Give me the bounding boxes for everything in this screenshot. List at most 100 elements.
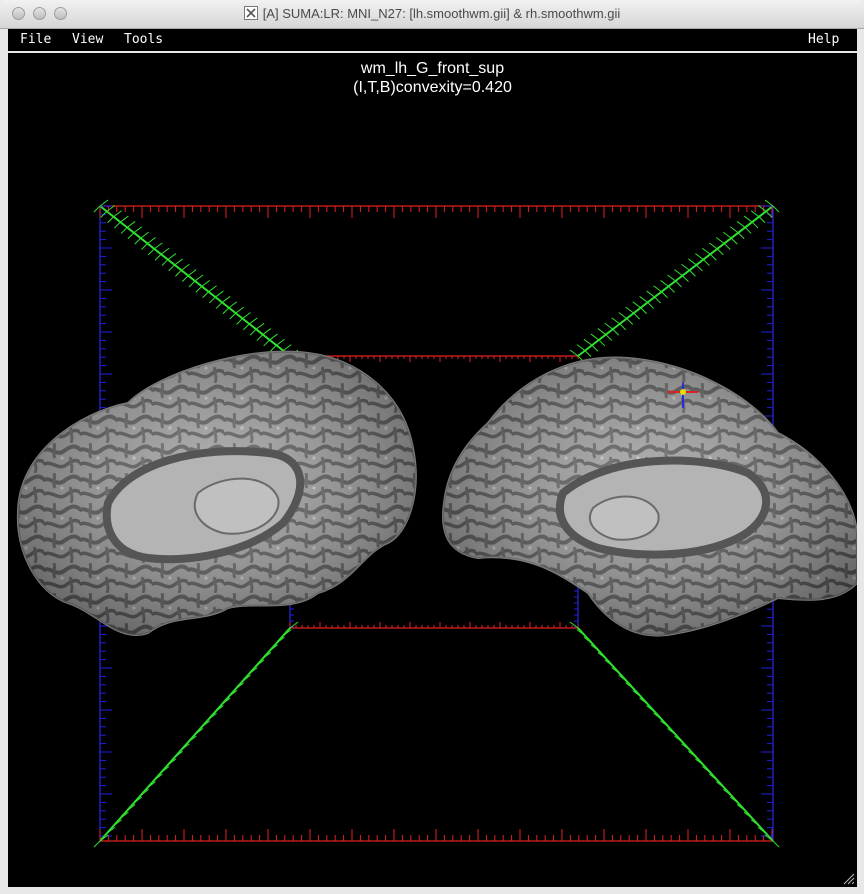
axis-tick xyxy=(708,242,718,250)
axis-tick xyxy=(133,226,143,234)
menu-tools[interactable]: Tools xyxy=(124,32,163,47)
axis-tick xyxy=(188,280,196,288)
axis-tick xyxy=(215,290,224,298)
axis-tick xyxy=(730,237,738,245)
axis-tick xyxy=(208,285,217,293)
axis-tick xyxy=(221,296,231,303)
axis-tick xyxy=(242,323,250,331)
axis-tick xyxy=(248,317,258,325)
axis-tick xyxy=(758,216,766,224)
scene-canvas xyxy=(16,199,857,848)
axis-tick xyxy=(715,237,725,244)
axis-tick xyxy=(195,286,203,293)
axis-tick xyxy=(736,221,746,228)
axis-tick xyxy=(263,339,270,347)
axis-tick xyxy=(633,312,641,320)
axis-tick xyxy=(660,279,669,287)
axis-tick xyxy=(682,275,689,282)
axis-tick xyxy=(689,269,696,277)
axis-tick xyxy=(751,221,759,229)
menu-view[interactable]: View xyxy=(72,32,103,47)
axis-tick xyxy=(255,322,265,330)
axis-tick xyxy=(709,253,717,261)
title-bar[interactable]: [A] SUMA:LR: MNI_N27: [lh.smoothwm.gii] … xyxy=(0,0,864,29)
axis-tick xyxy=(235,306,245,314)
axis-tick xyxy=(160,247,170,255)
axis-tick xyxy=(242,312,251,319)
axis-tick xyxy=(93,840,101,848)
surface-viewer[interactable]: wm_lh_G_front_sup (I,T,B)convexity=0.420 xyxy=(8,53,857,887)
menu-help[interactable]: Help xyxy=(808,32,839,47)
axis-tick xyxy=(228,301,238,309)
axis-tick xyxy=(120,227,128,234)
axis-tick xyxy=(262,328,272,335)
axis-tick xyxy=(743,215,753,223)
window-title: [A] SUMA:LR: MNI_N27: [lh.smoothwm.gii] … xyxy=(262,6,621,21)
axis-tick xyxy=(147,248,155,256)
axis-tick xyxy=(661,291,668,299)
menu-file[interactable]: File xyxy=(20,32,51,47)
axis-tick xyxy=(99,199,109,207)
axis-tick xyxy=(654,296,661,304)
axis-tick xyxy=(175,269,182,277)
axis-tick xyxy=(674,269,683,277)
axis-tick xyxy=(772,205,780,213)
axis-tick xyxy=(668,286,675,293)
axis-tick xyxy=(153,242,163,250)
axis-tick xyxy=(647,302,654,309)
axis-tick xyxy=(113,210,122,218)
axis-tick xyxy=(222,307,230,315)
axis-tick xyxy=(604,322,614,330)
axis-tick xyxy=(147,237,156,244)
axis-tick xyxy=(640,307,648,315)
menu-bar: File View Tools Help xyxy=(8,29,857,51)
axis-tick xyxy=(141,243,148,250)
axis-tick xyxy=(737,232,745,240)
axis-tick xyxy=(282,344,292,352)
axis-tick xyxy=(134,237,142,245)
x11-icon xyxy=(243,6,258,20)
axis-tick xyxy=(619,323,627,331)
axis-tick xyxy=(194,274,204,282)
axis-tick xyxy=(187,269,197,277)
axis-tick xyxy=(181,275,189,282)
axis-tick xyxy=(703,259,710,266)
axis-tick xyxy=(611,317,621,325)
axis-tick xyxy=(584,350,592,357)
axis-tick xyxy=(632,301,641,309)
axis-tick xyxy=(772,840,780,848)
axis-tick xyxy=(729,226,739,234)
axis-tick xyxy=(681,263,690,271)
axis-tick xyxy=(583,338,593,346)
axis-tick xyxy=(236,318,243,325)
axis-tick xyxy=(744,227,752,234)
resize-handle-icon[interactable] xyxy=(841,871,855,885)
axis-tick xyxy=(154,253,162,261)
axis-tick xyxy=(93,205,101,213)
axis-tick xyxy=(598,339,606,347)
axis-tick xyxy=(114,221,121,229)
axis-tick xyxy=(167,253,177,260)
axis-tick xyxy=(229,312,237,320)
axis-tick xyxy=(209,296,216,304)
axis-tick xyxy=(269,333,278,341)
suma-window: [A] SUMA:LR: MNI_N27: [lh.smoothwm.gii] … xyxy=(0,0,864,894)
axis-tick xyxy=(646,290,655,298)
axis-tick xyxy=(270,344,277,352)
axis-tick xyxy=(696,264,703,272)
left-hemisphere xyxy=(16,350,417,636)
axis-tick xyxy=(140,231,150,239)
axis-tick xyxy=(618,312,628,319)
axis-tick xyxy=(174,258,183,266)
axis-tick xyxy=(276,338,285,346)
axis-tick xyxy=(675,280,682,288)
axis-tick xyxy=(695,253,704,260)
axis-tick xyxy=(120,215,129,223)
axis-tick xyxy=(201,279,211,287)
axis-tick xyxy=(181,263,190,271)
axis-tick xyxy=(723,243,731,250)
axis-tick xyxy=(215,302,223,309)
axis-tick xyxy=(667,274,676,282)
axis-tick xyxy=(716,248,724,256)
axis-tick xyxy=(764,199,774,207)
